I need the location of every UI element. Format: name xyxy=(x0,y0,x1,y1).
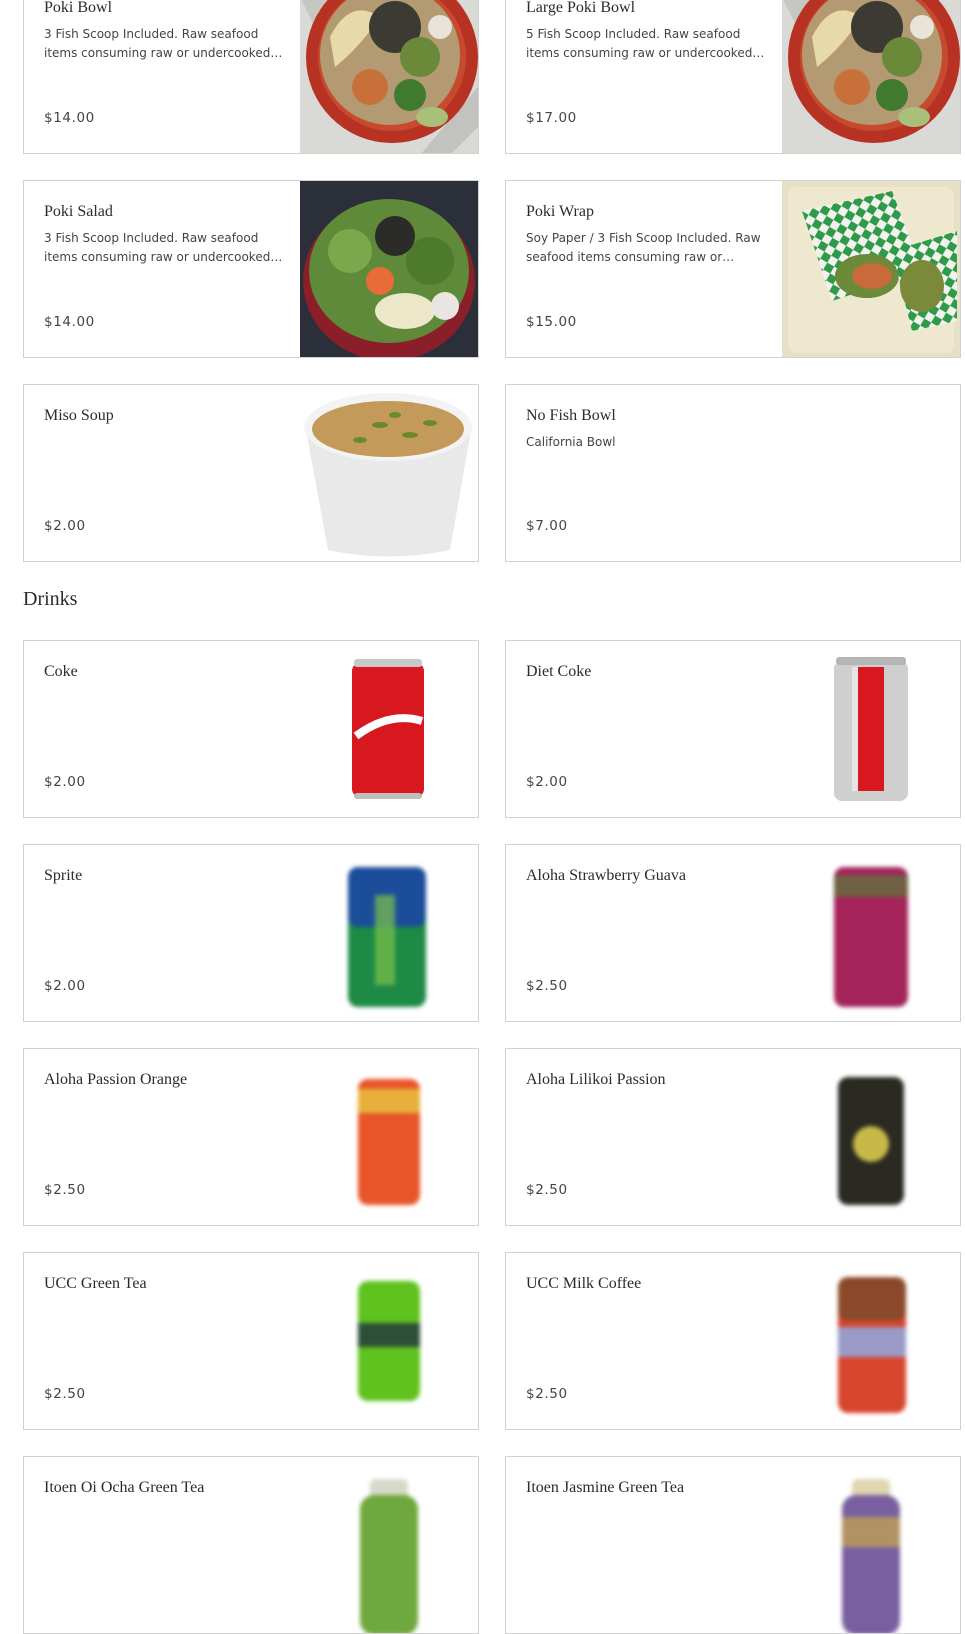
menu-item-aloha-lilikoi-passion[interactable]: Aloha Lilikoi Passion $2.50 xyxy=(505,1048,961,1226)
large-poki-bowl-photo xyxy=(782,0,960,153)
ucc-green-tea-can-photo xyxy=(300,1253,478,1429)
item-name: Poki Wrap xyxy=(526,203,594,220)
menu-item-poki-bowl[interactable]: Poki Bowl 3 Fish Scoop Included. Raw sea… xyxy=(23,0,479,154)
menu-item-ucc-milk-coffee[interactable]: UCC Milk Coffee $2.50 xyxy=(505,1252,961,1430)
item-price: $2.50 xyxy=(526,1182,568,1198)
item-price: $2.00 xyxy=(44,518,86,534)
itoen-oi-ocha-bottle-photo xyxy=(300,1457,478,1633)
item-description: 3 Fish Scoop Included. Raw seafood items… xyxy=(44,27,271,60)
section-title-drinks: Drinks xyxy=(23,588,78,610)
menu-item-diet-coke[interactable]: Diet Coke $2.00 xyxy=(505,640,961,818)
item-name: Aloha Passion Orange xyxy=(44,1071,188,1088)
menu-item-ucc-green-tea[interactable]: UCC Green Tea $2.50 xyxy=(23,1252,479,1430)
menu-item-aloha-strawberry-guava[interactable]: Aloha Strawberry Guava $2.50 xyxy=(505,844,961,1022)
diet-coke-can-photo xyxy=(782,641,960,817)
item-price: $2.50 xyxy=(526,1386,568,1402)
item-name: UCC Milk Coffee xyxy=(526,1275,642,1292)
item-name: Itoen Jasmine Green Tea xyxy=(526,1479,685,1496)
item-name: Itoen Oi Ocha Green Tea xyxy=(44,1479,205,1496)
item-description: 3 Fish Scoop Included. Raw seafood items… xyxy=(44,231,271,264)
poki-salad-photo xyxy=(300,181,478,357)
ucc-milk-coffee-can-photo xyxy=(782,1253,960,1429)
menu-item-coke[interactable]: Coke $2.00 xyxy=(23,640,479,818)
item-description: 5 Fish Scoop Included. Raw seafood items… xyxy=(526,27,753,60)
item-price: $14.00 xyxy=(44,314,95,330)
item-price: $14.00 xyxy=(44,110,95,126)
item-price: $2.50 xyxy=(526,978,568,994)
aloha-strawberry-guava-can-photo xyxy=(782,845,960,1021)
itoen-jasmine-bottle-photo xyxy=(782,1457,960,1633)
item-name: Poki Salad xyxy=(44,203,113,220)
menu-item-miso-soup[interactable]: Miso Soup $2.00 xyxy=(23,384,479,562)
item-description: Soy Paper / 3 Fish Scoop Included. Raw s… xyxy=(526,231,761,264)
item-price: $15.00 xyxy=(526,314,577,330)
menu-item-poki-wrap[interactable]: Poki Wrap Soy Paper / 3 Fish Scoop Inclu… xyxy=(505,180,961,358)
item-name: Coke xyxy=(44,663,78,680)
item-name: Diet Coke xyxy=(526,663,592,680)
item-price: $7.00 xyxy=(526,518,568,534)
poki-bowl-photo xyxy=(300,0,478,153)
item-name: UCC Green Tea xyxy=(44,1275,147,1292)
item-price: $2.00 xyxy=(44,978,86,994)
menu-item-poki-salad[interactable]: Poki Salad 3 Fish Scoop Included. Raw se… xyxy=(23,180,479,358)
item-name: Sprite xyxy=(44,867,83,884)
item-price: $2.50 xyxy=(44,1182,86,1198)
poki-wrap-photo xyxy=(782,181,960,357)
item-price: $2.00 xyxy=(526,774,568,790)
coke-can-photo xyxy=(300,641,478,817)
miso-soup-photo xyxy=(300,385,478,561)
item-description: California Bowl xyxy=(526,435,616,449)
menu-item-aloha-passion-orange[interactable]: Aloha Passion Orange $2.50 xyxy=(23,1048,479,1226)
item-price: $2.50 xyxy=(44,1386,86,1402)
menu-item-itoen-oi-ocha-green-tea[interactable]: Itoen Oi Ocha Green Tea xyxy=(23,1456,479,1634)
menu-item-large-poki-bowl[interactable]: Large Poki Bowl 5 Fish Scoop Included. R… xyxy=(505,0,961,154)
item-price: $17.00 xyxy=(526,110,577,126)
item-name: Large Poki Bowl xyxy=(526,0,636,16)
item-name: Miso Soup xyxy=(44,407,114,424)
menu-item-sprite[interactable]: Sprite $2.00 xyxy=(23,844,479,1022)
aloha-passion-orange-can-photo xyxy=(300,1049,478,1225)
aloha-lilikoi-passion-can-photo xyxy=(782,1049,960,1225)
item-price: $2.00 xyxy=(44,774,86,790)
item-name: Poki Bowl xyxy=(44,0,113,16)
item-name: Aloha Strawberry Guava xyxy=(526,867,686,884)
item-name: Aloha Lilikoi Passion xyxy=(526,1071,666,1088)
menu-item-itoen-jasmine-green-tea[interactable]: Itoen Jasmine Green Tea xyxy=(505,1456,961,1634)
item-name: No Fish Bowl xyxy=(526,407,616,424)
menu-item-no-fish-bowl[interactable]: No Fish Bowl California Bowl $7.00 xyxy=(505,384,961,562)
sprite-can-photo xyxy=(300,845,478,1021)
